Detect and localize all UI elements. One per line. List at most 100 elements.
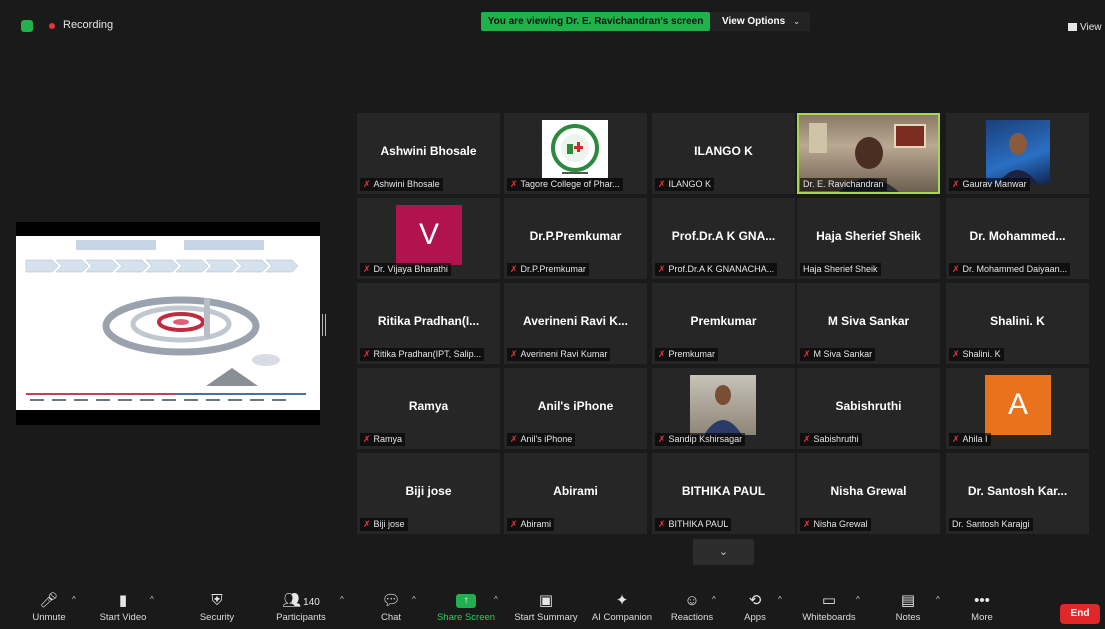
microphone-muted-icon: ✗ (510, 179, 518, 189)
chat-button[interactable]: 💬︎ Chat ^ (374, 590, 416, 629)
participant-tile[interactable]: Ramya ✗ Ramya (357, 368, 500, 449)
microphone-muted-icon: ✗ (952, 434, 960, 444)
participant-name-label: ✗ Nisha Grewal (800, 518, 871, 531)
participant-display-name: ILANGO K (694, 144, 753, 158)
participant-label-text: Shalini. K (962, 349, 1001, 359)
participant-label-text: Biji jose (373, 519, 405, 529)
participant-tile[interactable]: Dr. E. Ravichandran (797, 113, 940, 194)
caret-up-icon[interactable]: ^ (936, 595, 940, 604)
notes-button[interactable]: ▤ Notes ^ (890, 590, 940, 629)
view-options-button[interactable]: View Options ⌄ (710, 12, 810, 31)
participant-tile[interactable]: Nisha Grewal ✗ Nisha Grewal (797, 453, 940, 534)
microphone-muted-icon: ✗ (952, 349, 960, 359)
apps-button[interactable]: ⟲ Apps ^ (738, 590, 782, 629)
notes-icon: ▤ (900, 592, 916, 609)
whiteboards-label: Whiteboards (802, 612, 856, 623)
next-page-button[interactable]: ⌄ (693, 539, 754, 565)
participant-tile[interactable]: M Siva Sankar ✗ M Siva Sankar (797, 283, 940, 364)
participant-tile[interactable]: Abirami ✗ Abirami (504, 453, 647, 534)
shield-icon[interactable] (21, 20, 33, 32)
participant-tile[interactable]: Biji jose ✗ Biji jose (357, 453, 500, 534)
caret-up-icon[interactable]: ^ (340, 595, 344, 604)
participant-label-text: Nisha Grewal (813, 519, 868, 529)
participant-tile[interactable]: BITHIKA PAUL ✗ BITHIKA PAUL (652, 453, 795, 534)
microphone-muted-icon: ✗ (803, 519, 811, 529)
participant-tile[interactable]: Averineni Ravi K... ✗ Averineni Ravi Kumar (504, 283, 647, 364)
participant-display-name: Nisha Grewal (830, 484, 907, 498)
participant-label-text: Dr. Vijaya Bharathi (373, 264, 448, 274)
participant-tile[interactable]: A ✗ Ahila I (946, 368, 1089, 449)
whiteboards-button[interactable]: ▭ Whiteboards ^ (798, 590, 860, 629)
participant-photo (690, 375, 756, 435)
participant-name-label: ✗ M Siva Sankar (800, 348, 876, 361)
participant-tile[interactable]: Haja Sherief Sheik Haja Sherief Sheik (797, 198, 940, 279)
participant-tile[interactable]: Dr.P.Premkumar ✗ Dr.P.Premkumar (504, 198, 647, 279)
participant-tile[interactable]: Shalini. K ✗ Shalini. K (946, 283, 1089, 364)
view-button[interactable]: View (1068, 22, 1102, 33)
participant-tile[interactable]: ✗ Tagore College of Phar... (504, 113, 647, 194)
participant-tile[interactable]: Anil's iPhone ✗ Anil's iPhone (504, 368, 647, 449)
caret-up-icon[interactable]: ^ (778, 595, 782, 604)
participant-display-name: M Siva Sankar (827, 314, 910, 328)
participant-label-text: Ahila I (962, 434, 988, 444)
participant-name-label: ✗ Ashwini Bhosale (360, 178, 443, 191)
participant-name-label: ✗ Biji jose (360, 518, 408, 531)
participant-name-label: ✗ Ahila I (949, 433, 991, 446)
chevron-down-icon: ⌄ (793, 17, 800, 26)
participant-tile[interactable]: Ashwini Bhosale ✗ Ashwini Bhosale (357, 113, 500, 194)
participant-tile[interactable]: ILANGO K ✗ ILANGO K (652, 113, 795, 194)
participant-tile[interactable]: Ritika Pradhan(I... ✗ Ritika Pradhan(IPT, … (357, 283, 500, 364)
participant-count: 140 (303, 597, 320, 608)
participant-name-label: ✗ Ritika Pradhan(IPT, Salip... (360, 348, 485, 361)
participant-name-label: ✗ Premkumar (655, 348, 719, 361)
reactions-label: Reactions (670, 612, 714, 623)
participant-name-label: ✗ Dr. Vijaya Bharathi (360, 263, 451, 276)
microphone-muted-icon: ✗ (952, 264, 960, 274)
caret-up-icon[interactable]: ^ (712, 595, 716, 604)
participant-tile[interactable]: Sabishruthi ✗ Sabishruthi (797, 368, 940, 449)
caret-up-icon[interactable]: ^ (150, 595, 154, 604)
security-button[interactable]: ⛨ Security (192, 590, 242, 629)
chat-icon: 💬︎ (381, 592, 401, 609)
unmute-label: Unmute (32, 612, 66, 623)
participant-label-text: Anil's iPhone (520, 434, 573, 444)
more-button[interactable]: ••• More (964, 590, 1000, 629)
participant-label-text: Dr.P.Premkumar (520, 264, 586, 274)
caret-up-icon[interactable]: ^ (856, 595, 860, 604)
microphone-muted-icon: ✗ (510, 349, 518, 359)
participants-button[interactable]: 👥︎ 140 Participants ^ (270, 590, 344, 629)
participant-display-name: BITHIKA PAUL (681, 484, 766, 498)
participant-display-name: Ramya (408, 399, 449, 413)
video-off-icon: ▮ (118, 592, 128, 609)
view-options-label: View Options (722, 16, 786, 27)
recording-label[interactable]: Recording (63, 19, 113, 31)
caret-up-icon[interactable]: ^ (72, 595, 76, 604)
participant-tile[interactable]: ✗ Sandip Kshirsagar (652, 368, 795, 449)
start-summary-button[interactable]: ▣ Start Summary (510, 590, 582, 629)
participant-tile[interactable]: Premkumar ✗ Premkumar (652, 283, 795, 364)
share-screen-button[interactable]: ↑ Share Screen ^ (434, 590, 498, 629)
ai-companion-button[interactable]: ✦ AI Companion (588, 590, 656, 629)
participant-label-text: Haja Sherief Sheik (803, 264, 878, 274)
reactions-button[interactable]: ☺ Reactions ^ (666, 590, 718, 629)
participant-tile[interactable]: V ✗ Dr. Vijaya Bharathi (357, 198, 500, 279)
participant-label-text: Sabishruthi (813, 434, 859, 444)
participant-name-label: ✗ Dr. Mohammed Daiyaan... (949, 263, 1071, 276)
participant-tile[interactable]: Dr. Santosh Kar... Dr. Santosh Karajgi (946, 453, 1089, 534)
caret-up-icon[interactable]: ^ (412, 595, 416, 604)
shared-screen[interactable] (16, 222, 320, 425)
caret-up-icon[interactable]: ^ (494, 595, 498, 604)
end-button[interactable]: End (1060, 604, 1100, 624)
microphone-muted-icon: ✗ (658, 519, 666, 529)
participant-tile[interactable]: ✗ Gaurav Manwar (946, 113, 1089, 194)
participant-tile[interactable]: Prof.Dr.A K GNA... ✗ Prof.Dr.A K GNANACHA.… (652, 198, 795, 279)
chat-label: Chat (380, 612, 402, 623)
participant-photo (986, 120, 1050, 184)
unmute-button[interactable]: 🎤︎ Unmute ^ (24, 590, 76, 629)
recording-dot-icon (49, 23, 55, 29)
participant-label-text: Ramya (373, 434, 403, 444)
participant-label-text: M Siva Sankar (813, 349, 873, 359)
start-video-button[interactable]: ▮ Start Video ^ (92, 590, 154, 629)
participant-tile[interactable]: Dr. Mohammed... ✗ Dr. Mohammed Daiyaan... (946, 198, 1089, 279)
resize-handle[interactable] (322, 314, 326, 336)
